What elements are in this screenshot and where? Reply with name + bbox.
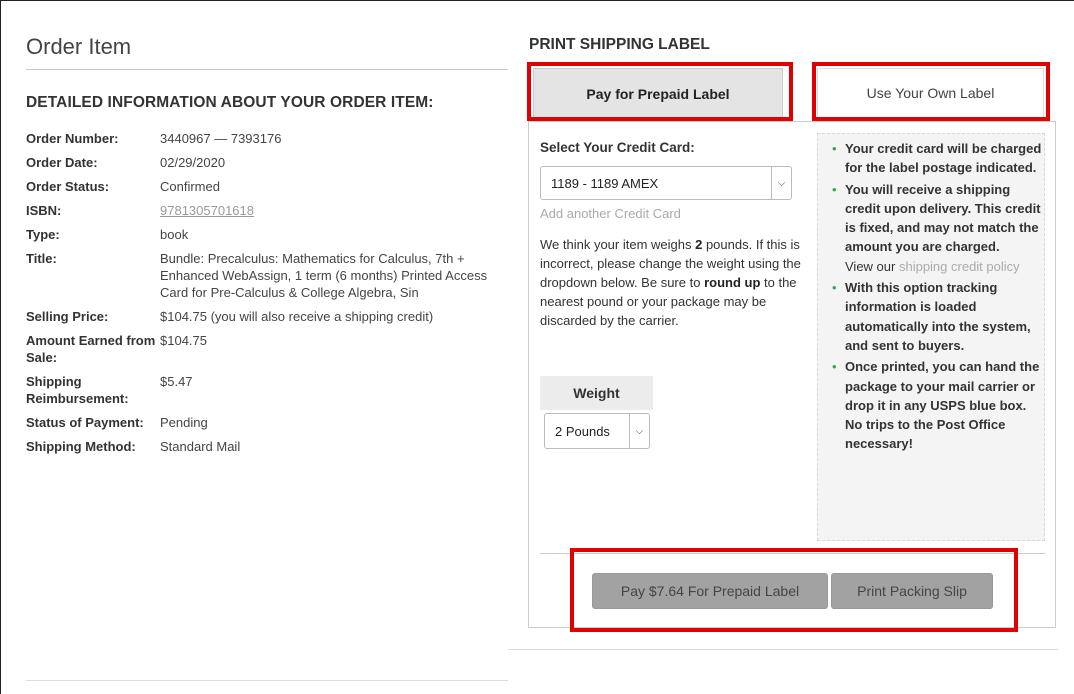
info-list: Your credit card will be charged for the… (826, 139, 1042, 456)
info-text: View our (845, 258, 899, 274)
isbn-link[interactable]: 9781305701618 (160, 202, 508, 219)
window-left-border (0, 0, 1, 694)
credit-card-select[interactable]: 1189 - 1189 AMEX ⌵ (540, 166, 792, 200)
info-text: Your credit card will be charged for the… (845, 141, 1042, 176)
weight-instructions: We think your item weighs 2 pounds. If t… (540, 235, 805, 330)
page-title: Order Item (26, 34, 132, 59)
detail-label: Shipping Reimbursement: (26, 374, 129, 406)
detail-label: Title: (26, 251, 57, 266)
print-shipping-label-heading: PRINT SHIPPING LABEL (529, 36, 710, 53)
detail-value: Bundle: Precalculus: Mathematics for Cal… (160, 251, 488, 300)
chevron-down-icon: ⌵ (629, 414, 649, 448)
detail-label: Order Number: (26, 131, 119, 146)
detail-value: 02/29/2020 (160, 155, 226, 170)
detail-row-title: Title: Bundle: Precalculus: Mathematics … (26, 250, 508, 301)
detail-value: Standard Mail (160, 439, 241, 454)
detail-label: Order Date: (26, 155, 98, 170)
add-credit-card-link[interactable]: Add another Credit Card (540, 206, 681, 221)
detail-value: $5.47 (160, 374, 193, 389)
round-up-bold: round up (704, 275, 761, 290)
detail-row-shipping-reimbursement: Shipping Reimbursement: $5.47 (26, 373, 508, 407)
order-details: Order Number: 3440967 — 7393176 Order Da… (26, 130, 508, 462)
panel-divider (540, 553, 1045, 554)
detail-row-shipping-method: Shipping Method: Standard Mail (26, 438, 508, 455)
detail-label: Selling Price: (26, 309, 109, 324)
detail-label: Amount Earned from Sale: (26, 333, 156, 365)
section-heading: DETAILED INFORMATION ABOUT YOUR ORDER IT… (26, 94, 434, 111)
detail-label: Status of Payment: (26, 415, 144, 430)
shipping-credit-policy-link[interactable]: shipping credit policy (899, 259, 1020, 274)
title-divider (26, 69, 508, 70)
info-item-tracking: With this option tracking information is… (826, 278, 1042, 355)
detail-label: Order Status: (26, 179, 110, 194)
weight-selected-value: 2 Pounds (555, 423, 610, 439)
weight-text-part: We think your item weighs (540, 237, 696, 252)
info-text: With this option tracking information is… (845, 280, 1031, 353)
weight-select[interactable]: 2 Pounds ⌵ (544, 413, 650, 449)
credit-card-label: Select Your Credit Card: (540, 140, 695, 155)
detail-row-amount-earned: Amount Earned from Sale: $104.75 (26, 332, 508, 366)
detail-row-type: Type: book (26, 226, 508, 243)
info-item-charge: Your credit card will be charged for the… (826, 139, 1042, 178)
detail-value: Confirmed (160, 179, 220, 194)
info-item-credit: You will receive a shipping credit upon … (826, 180, 1042, 276)
pay-prepaid-label-button[interactable]: Pay $7.64 For Prepaid Label (592, 573, 828, 609)
bottom-divider (26, 680, 508, 681)
tab-pay-for-prepaid-label[interactable]: Pay for Prepaid Label (533, 68, 783, 118)
credit-card-selected-value: 1189 - 1189 AMEX (551, 175, 659, 191)
detail-value: Pending (160, 415, 208, 430)
detail-row-payment-status: Status of Payment: Pending (26, 414, 508, 431)
weight-header: Weight (540, 376, 653, 410)
window-top-border (0, 0, 1074, 1)
detail-value: 3440967 — 7393176 (160, 131, 282, 146)
detail-label: Type: (26, 227, 60, 242)
chevron-down-icon: ⌵ (771, 167, 791, 199)
detail-row-order-number: Order Number: 3440967 — 7393176 (26, 130, 508, 147)
print-packing-slip-button[interactable]: Print Packing Slip (831, 573, 993, 609)
detail-value: $104.75 (you will also receive a shippin… (160, 309, 434, 324)
detail-row-isbn: ISBN: 9781305701618 (26, 202, 508, 219)
detail-value: book (160, 227, 189, 242)
detail-row-selling-price: Selling Price: $104.75 (you will also re… (26, 308, 508, 325)
info-text: Once printed, you can hand the package t… (845, 359, 1040, 452)
detail-label: Shipping Method: (26, 439, 136, 454)
bottom-divider (508, 649, 1058, 650)
tab-use-your-own-label[interactable]: Use Your Own Label (817, 68, 1044, 118)
detail-row-order-status: Order Status: Confirmed (26, 178, 508, 195)
info-item-dropoff: Once printed, you can hand the package t… (826, 357, 1042, 453)
detail-value: $104.75 (160, 333, 207, 348)
detail-label: ISBN: (26, 203, 62, 218)
detail-row-order-date: Order Date: 02/29/2020 (26, 154, 508, 171)
